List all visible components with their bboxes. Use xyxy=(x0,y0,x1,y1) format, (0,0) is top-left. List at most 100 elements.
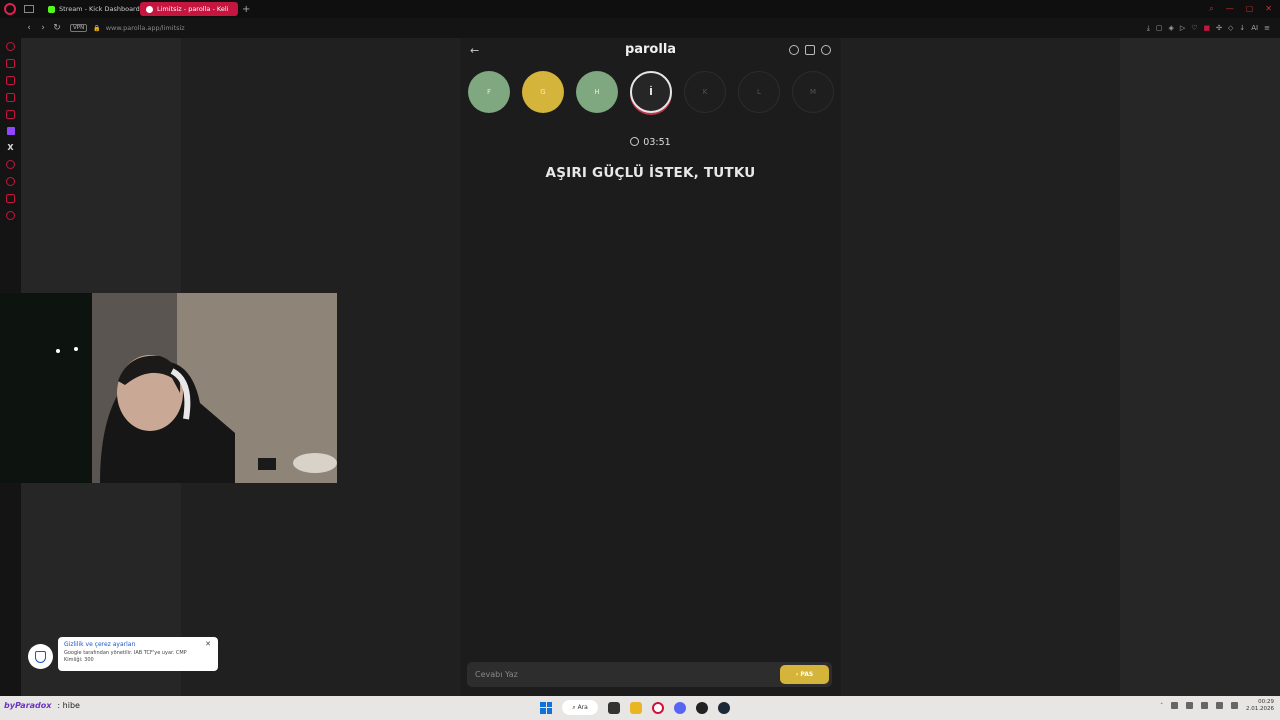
page-background-right xyxy=(1120,38,1280,696)
opera-logo-icon[interactable] xyxy=(4,3,16,15)
header-icons xyxy=(789,45,831,55)
download-icon[interactable]: ⤓ xyxy=(1147,24,1150,33)
parolla-favicon-icon xyxy=(146,5,153,13)
timer: 03:51 xyxy=(460,137,841,148)
letter-circle-k: K xyxy=(684,71,726,113)
close-window-button[interactable]: ✕ xyxy=(1265,4,1272,14)
tab-label: Stream - Kick Dashboard xyxy=(59,5,140,13)
new-tab-button[interactable]: + xyxy=(242,4,250,15)
chat-icon[interactable] xyxy=(6,93,15,102)
stats-icon[interactable] xyxy=(805,45,815,55)
bag-icon[interactable] xyxy=(6,76,15,85)
history-icon[interactable] xyxy=(6,177,15,186)
taskbar: byParadox : hibe ⌕ Ara ˄ 00:29 2.01.2026 xyxy=(0,696,1280,720)
forward-button[interactable]: › xyxy=(36,23,50,33)
menu-icon[interactable]: ≡ xyxy=(1264,24,1270,33)
x-twitter-icon[interactable]: X xyxy=(7,143,13,152)
letter-circle-m: M xyxy=(792,71,834,113)
tray-app-icon[interactable] xyxy=(1186,702,1193,710)
music-icon[interactable] xyxy=(6,160,15,169)
url-field[interactable]: www.parolla.app/limitsiz xyxy=(106,24,185,32)
tab-kick-dashboard[interactable]: Stream - Kick Dashboard xyxy=(42,2,140,16)
search-icon: ⌕ xyxy=(572,703,576,711)
search-button[interactable]: ⌕ Ara xyxy=(562,700,598,715)
file-explorer-icon[interactable] xyxy=(630,701,642,714)
twitch-icon[interactable] xyxy=(6,127,15,135)
toolbar-icons: ⤓ ▢ ◈ ▷ ♡ ■ ✣ ◇ ↓ AI ≡ xyxy=(1147,24,1280,33)
system-clock[interactable]: 00:29 2.01.2026 xyxy=(1246,699,1274,713)
messenger-icon[interactable] xyxy=(6,59,15,68)
search-tabs-icon[interactable]: ⌕ xyxy=(1209,4,1213,14)
vpn-badge[interactable]: VPN xyxy=(70,24,88,32)
kick-favicon-icon xyxy=(48,5,55,13)
windows-start-icon[interactable] xyxy=(540,701,552,714)
network-icon[interactable] xyxy=(1216,702,1223,710)
pass-label: PAS xyxy=(800,671,814,678)
maximize-button[interactable]: ▢ xyxy=(1246,4,1254,14)
webcam-image xyxy=(0,293,337,483)
tab-bar: Stream - Kick Dashboard Limitsiz - parol… xyxy=(0,0,1280,18)
minimize-button[interactable]: — xyxy=(1226,4,1234,14)
question-text: AŞIRI GÜÇLÜ İSTEK, TUTKU xyxy=(545,165,756,181)
cookie-title[interactable]: Gizlilik ve çerez ayarları xyxy=(64,641,212,648)
taskbar-left: byParadox : hibe xyxy=(4,701,80,710)
instagram-icon[interactable] xyxy=(6,110,15,119)
browser-window: Stream - Kick Dashboard Limitsiz - parol… xyxy=(0,0,1280,696)
close-icon[interactable]: ✕ xyxy=(205,640,211,648)
clock-date: 2.01.2026 xyxy=(1246,705,1274,712)
snapshot-icon[interactable]: ▢ xyxy=(1156,24,1163,33)
window-controls: ⌕ — ▢ ✕ xyxy=(1209,4,1280,14)
tab-parolla[interactable]: Limitsiz - parolla - Keli xyxy=(140,2,238,16)
wallet-icon[interactable]: ◇ xyxy=(1228,24,1233,33)
privacy-badge[interactable] xyxy=(28,644,53,669)
ai-button[interactable]: AI xyxy=(1251,24,1258,33)
puzzle-icon[interactable]: ✣ xyxy=(1216,24,1222,33)
parolla-game: ← parolla F G H İ K L M 03:51 AŞIRI GÜÇL… xyxy=(459,38,842,696)
cookie-text: Google tarafından yönetilir. IAB TCF'ye … xyxy=(64,650,187,663)
hibe-label: : hibe xyxy=(57,701,80,710)
steam-icon[interactable] xyxy=(718,701,730,714)
clock-icon xyxy=(630,137,640,146)
heart-icon[interactable]: ♡ xyxy=(1191,24,1197,33)
answer-input[interactable] xyxy=(475,662,775,687)
letter-circle-g: G xyxy=(522,71,564,113)
stream-brand-label: byParadox xyxy=(4,701,52,710)
back-button[interactable]: ‹ xyxy=(22,23,36,33)
pass-button[interactable]: › PAS xyxy=(780,665,829,684)
tray-app-icon[interactable] xyxy=(1171,702,1178,710)
info-icon[interactable] xyxy=(789,45,799,55)
reload-button[interactable]: ↻ xyxy=(50,23,64,33)
webcam-overlay xyxy=(0,293,337,483)
discord-icon[interactable] xyxy=(674,701,686,714)
tray-chevron-icon[interactable]: ˄ xyxy=(1160,703,1163,709)
volume-icon[interactable] xyxy=(1231,702,1238,710)
profile-icon[interactable] xyxy=(821,45,831,55)
opera-taskbar-icon[interactable] xyxy=(652,701,664,714)
settings-icon[interactable] xyxy=(6,211,15,220)
shield-icon[interactable]: ◈ xyxy=(1168,24,1173,33)
download-icon[interactable]: ↓ xyxy=(1239,24,1245,33)
box-icon[interactable] xyxy=(6,194,15,203)
opera-sidebar-icon[interactable] xyxy=(6,42,15,51)
letter-circles: F G H İ K L M xyxy=(468,71,834,113)
play-icon[interactable]: ▷ xyxy=(1180,24,1185,33)
task-view-icon[interactable] xyxy=(608,701,620,714)
tab-label: Limitsiz - parolla - Keli xyxy=(157,5,229,13)
clock-time: 00:29 xyxy=(1258,699,1274,705)
mic-icon[interactable] xyxy=(1201,702,1208,710)
cookie-popup: Gizlilik ve çerez ayarları Google tarafı… xyxy=(58,637,218,671)
extension-icon[interactable]: ■ xyxy=(1204,24,1211,33)
obs-icon[interactable] xyxy=(696,701,708,714)
lock-icon: 🔒 xyxy=(93,24,101,32)
letter-circle-l: L xyxy=(738,71,780,113)
search-label: Ara xyxy=(577,704,588,711)
timer-value: 03:51 xyxy=(643,137,671,148)
answer-bar: › PAS xyxy=(467,662,832,687)
address-bar: ‹ › ↻ VPN 🔒 www.parolla.app/limitsiz ⤓ ▢… xyxy=(0,18,1280,38)
taskbar-apps: ⌕ Ara xyxy=(540,700,730,715)
system-tray: ˄ 00:29 2.01.2026 xyxy=(1160,699,1274,713)
letter-circle-f: F xyxy=(468,71,510,113)
letter-circle-h: H xyxy=(576,71,618,113)
tab-overview-icon[interactable] xyxy=(24,5,34,13)
letter-circle-i: İ xyxy=(630,71,672,113)
